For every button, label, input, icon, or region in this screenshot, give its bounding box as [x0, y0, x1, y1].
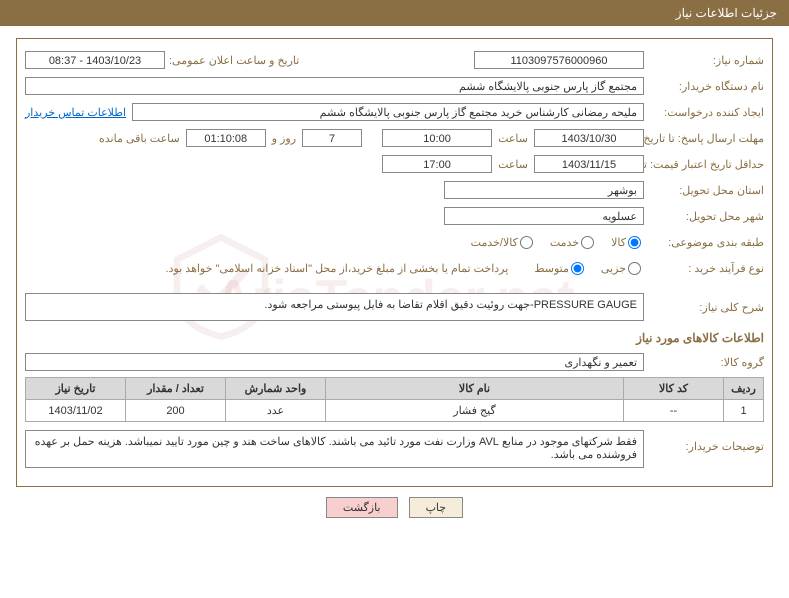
validity-date: 1403/11/15 [534, 155, 644, 173]
th-qty: تعداد / مقدار [126, 378, 226, 400]
days-and-label: روز و [272, 132, 296, 145]
table-row: 1 -- گیج فشار عدد 200 1403/11/02 [26, 400, 764, 422]
contact-link[interactable]: اطلاعات تماس خریدار [25, 106, 126, 119]
radio-medium[interactable] [571, 262, 584, 275]
back-button[interactable]: بازگشت [326, 497, 398, 518]
cell-code: -- [624, 400, 724, 422]
time-label-1: ساعت [498, 132, 528, 145]
radio-medium-label: متوسط [534, 262, 569, 275]
th-row: ردیف [724, 378, 764, 400]
radio-service-label: خدمت [550, 236, 579, 249]
days-value: 7 [302, 129, 362, 147]
countdown-value: 01:10:08 [186, 129, 266, 147]
radio-both[interactable] [520, 236, 533, 249]
city-label: شهر محل تحویل: [644, 210, 764, 223]
radio-small-label: جزیی [601, 262, 626, 275]
radio-service[interactable] [581, 236, 594, 249]
process-note: پرداخت تمام یا بخشی از مبلغ خرید،از محل … [166, 262, 509, 275]
cell-row: 1 [724, 400, 764, 422]
cell-qty: 200 [126, 400, 226, 422]
radio-goods-label: کالا [611, 236, 626, 249]
radio-goods[interactable] [628, 236, 641, 249]
deadline-label: مهلت ارسال پاسخ: تا تاریخ: [644, 132, 764, 145]
radio-both-label: کالا/خدمت [471, 236, 518, 249]
announce-label: تاریخ و ساعت اعلان عمومی: [165, 54, 299, 67]
deadline-time: 10:00 [382, 129, 492, 147]
province-value: بوشهر [444, 181, 644, 199]
remaining-label: ساعت باقی مانده [99, 132, 180, 145]
category-label: طبقه بندی موضوعی: [644, 236, 764, 249]
time-label-2: ساعت [498, 158, 528, 171]
province-label: استان محل تحویل: [644, 184, 764, 197]
items-table: ردیف کد کالا نام کالا واحد شمارش تعداد /… [25, 377, 764, 422]
buyer-org-label: نام دستگاه خریدار: [644, 80, 764, 93]
process-label: نوع فرآیند خرید : [644, 262, 764, 275]
desc-value: PRESSURE GAUGE-جهت روئیت دقیق اقلام تقاض… [25, 293, 644, 321]
requester-value: ملیحه رمضانی کارشناس خرید مجتمع گاز پارس… [132, 103, 644, 121]
group-value: تعمیر و نگهداری [25, 353, 644, 371]
goods-section-title: اطلاعات کالاهای مورد نیاز [25, 331, 764, 345]
cell-date: 1403/11/02 [26, 400, 126, 422]
th-code: کد کالا [624, 378, 724, 400]
th-date: تاریخ نیاز [26, 378, 126, 400]
validity-label: حداقل تاریخ اعتبار قیمت: تا تاریخ: [644, 158, 764, 171]
button-row: چاپ بازگشت [0, 497, 789, 518]
th-unit: واحد شمارش [226, 378, 326, 400]
city-value: عسلویه [444, 207, 644, 225]
need-no-label: شماره نیاز: [644, 54, 764, 67]
buyer-org-value: مجتمع گاز پارس جنوبی پالایشگاه ششم [25, 77, 644, 95]
desc-label: شرح کلی نیاز: [644, 301, 764, 314]
validity-time: 17:00 [382, 155, 492, 173]
page-title: جزئیات اطلاعات نیاز [0, 0, 789, 26]
buyer-notes-label: توضیحات خریدار: [644, 430, 764, 453]
print-button[interactable]: چاپ [409, 497, 464, 518]
cell-name: گیج فشار [326, 400, 624, 422]
cell-unit: عدد [226, 400, 326, 422]
radio-small[interactable] [628, 262, 641, 275]
th-name: نام کالا [326, 378, 624, 400]
deadline-date: 1403/10/30 [534, 129, 644, 147]
requester-label: ایجاد کننده درخواست: [644, 106, 764, 119]
details-panel: شماره نیاز: 1103097576000960 تاریخ و ساع… [16, 38, 773, 487]
buyer-notes-value: فقط شرکتهای موجود در منابع AVL وزارت نفت… [25, 430, 644, 468]
table-header-row: ردیف کد کالا نام کالا واحد شمارش تعداد /… [26, 378, 764, 400]
need-no-value: 1103097576000960 [474, 51, 644, 69]
announce-value: 1403/10/23 - 08:37 [25, 51, 165, 69]
group-label: گروه کالا: [644, 356, 764, 369]
